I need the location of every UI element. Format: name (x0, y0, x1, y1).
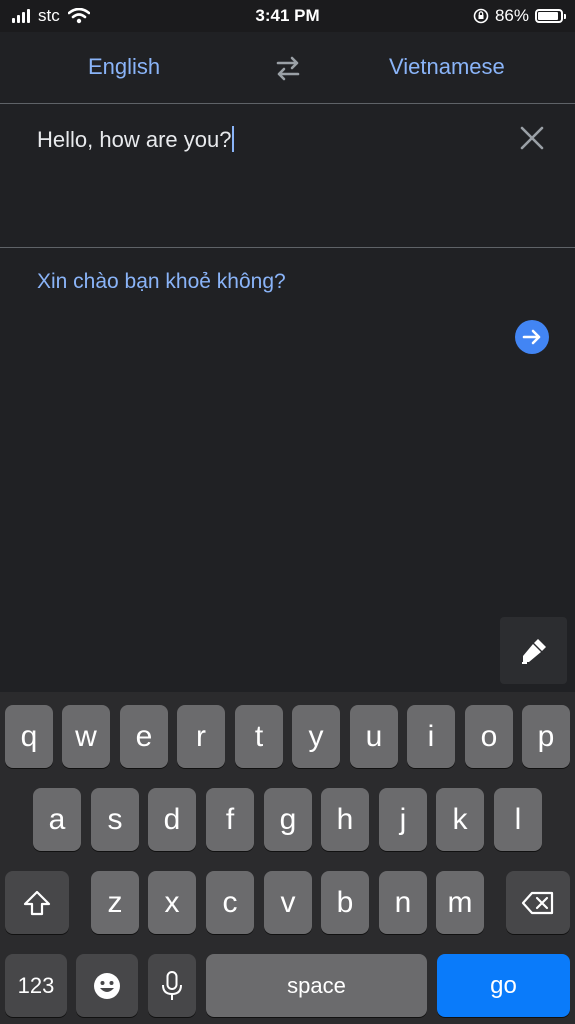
key-o[interactable]: o (465, 705, 513, 768)
orientation-lock-icon (473, 8, 489, 24)
key-a[interactable]: a (33, 788, 81, 851)
key-x[interactable]: x (148, 871, 196, 934)
translation-text[interactable]: Xin chào bạn khoẻ không? (37, 270, 286, 294)
status-bar: stc 3:41 PM 86% (0, 0, 575, 32)
space-key[interactable]: space (206, 954, 427, 1017)
key-b[interactable]: b (321, 871, 369, 934)
key-y[interactable]: y (292, 705, 340, 768)
key-r[interactable]: r (177, 705, 225, 768)
swap-arrows-icon[interactable] (272, 52, 304, 84)
numbers-key[interactable]: 123 (5, 954, 67, 1017)
backspace-key[interactable] (506, 871, 570, 934)
pen-icon (521, 638, 546, 664)
translate-submit-button[interactable] (515, 320, 549, 354)
key-f[interactable]: f (206, 788, 254, 851)
language-bar: English Vietnamese (0, 32, 575, 104)
key-w[interactable]: w (62, 705, 110, 768)
key-u[interactable]: u (350, 705, 398, 768)
emoji-icon (94, 972, 120, 999)
shift-key[interactable] (5, 871, 69, 934)
key-h[interactable]: h (321, 788, 369, 851)
key-z[interactable]: z (91, 871, 139, 934)
key-p[interactable]: p (522, 705, 570, 768)
arrow-right-icon (522, 329, 541, 345)
key-i[interactable]: i (407, 705, 455, 768)
target-language-button[interactable]: Vietnamese (389, 54, 505, 80)
battery-icon (535, 9, 566, 23)
key-v[interactable]: v (264, 871, 312, 934)
go-key[interactable]: go (437, 954, 570, 1017)
key-t[interactable]: t (235, 705, 283, 768)
key-d[interactable]: d (148, 788, 196, 851)
handwriting-button[interactable] (500, 617, 567, 684)
text-caret (232, 126, 235, 152)
key-e[interactable]: e (120, 705, 168, 768)
close-icon[interactable] (518, 124, 546, 152)
key-k[interactable]: k (436, 788, 484, 851)
source-text-field[interactable]: Hello, how are you? (37, 126, 235, 153)
shift-icon (23, 890, 51, 915)
key-g[interactable]: g (264, 788, 312, 851)
key-j[interactable]: j (379, 788, 427, 851)
microphone-key[interactable] (148, 954, 196, 1017)
key-c[interactable]: c (206, 871, 254, 934)
emoji-key[interactable] (76, 954, 138, 1017)
key-n[interactable]: n (379, 871, 427, 934)
key-s[interactable]: s (91, 788, 139, 851)
source-input-area[interactable]: Hello, how are you? (0, 104, 575, 248)
battery-percent: 86% (494, 6, 529, 25)
key-m[interactable]: m (436, 871, 484, 934)
keyboard: q w e r t y u i o p a s d f g h j k l z … (0, 692, 575, 1024)
key-l[interactable]: l (494, 788, 542, 851)
source-text: Hello, how are you? (37, 127, 232, 152)
source-language-button[interactable]: English (88, 54, 160, 80)
key-q[interactable]: q (5, 705, 53, 768)
backspace-icon (521, 891, 554, 914)
microphone-icon (162, 970, 182, 1000)
